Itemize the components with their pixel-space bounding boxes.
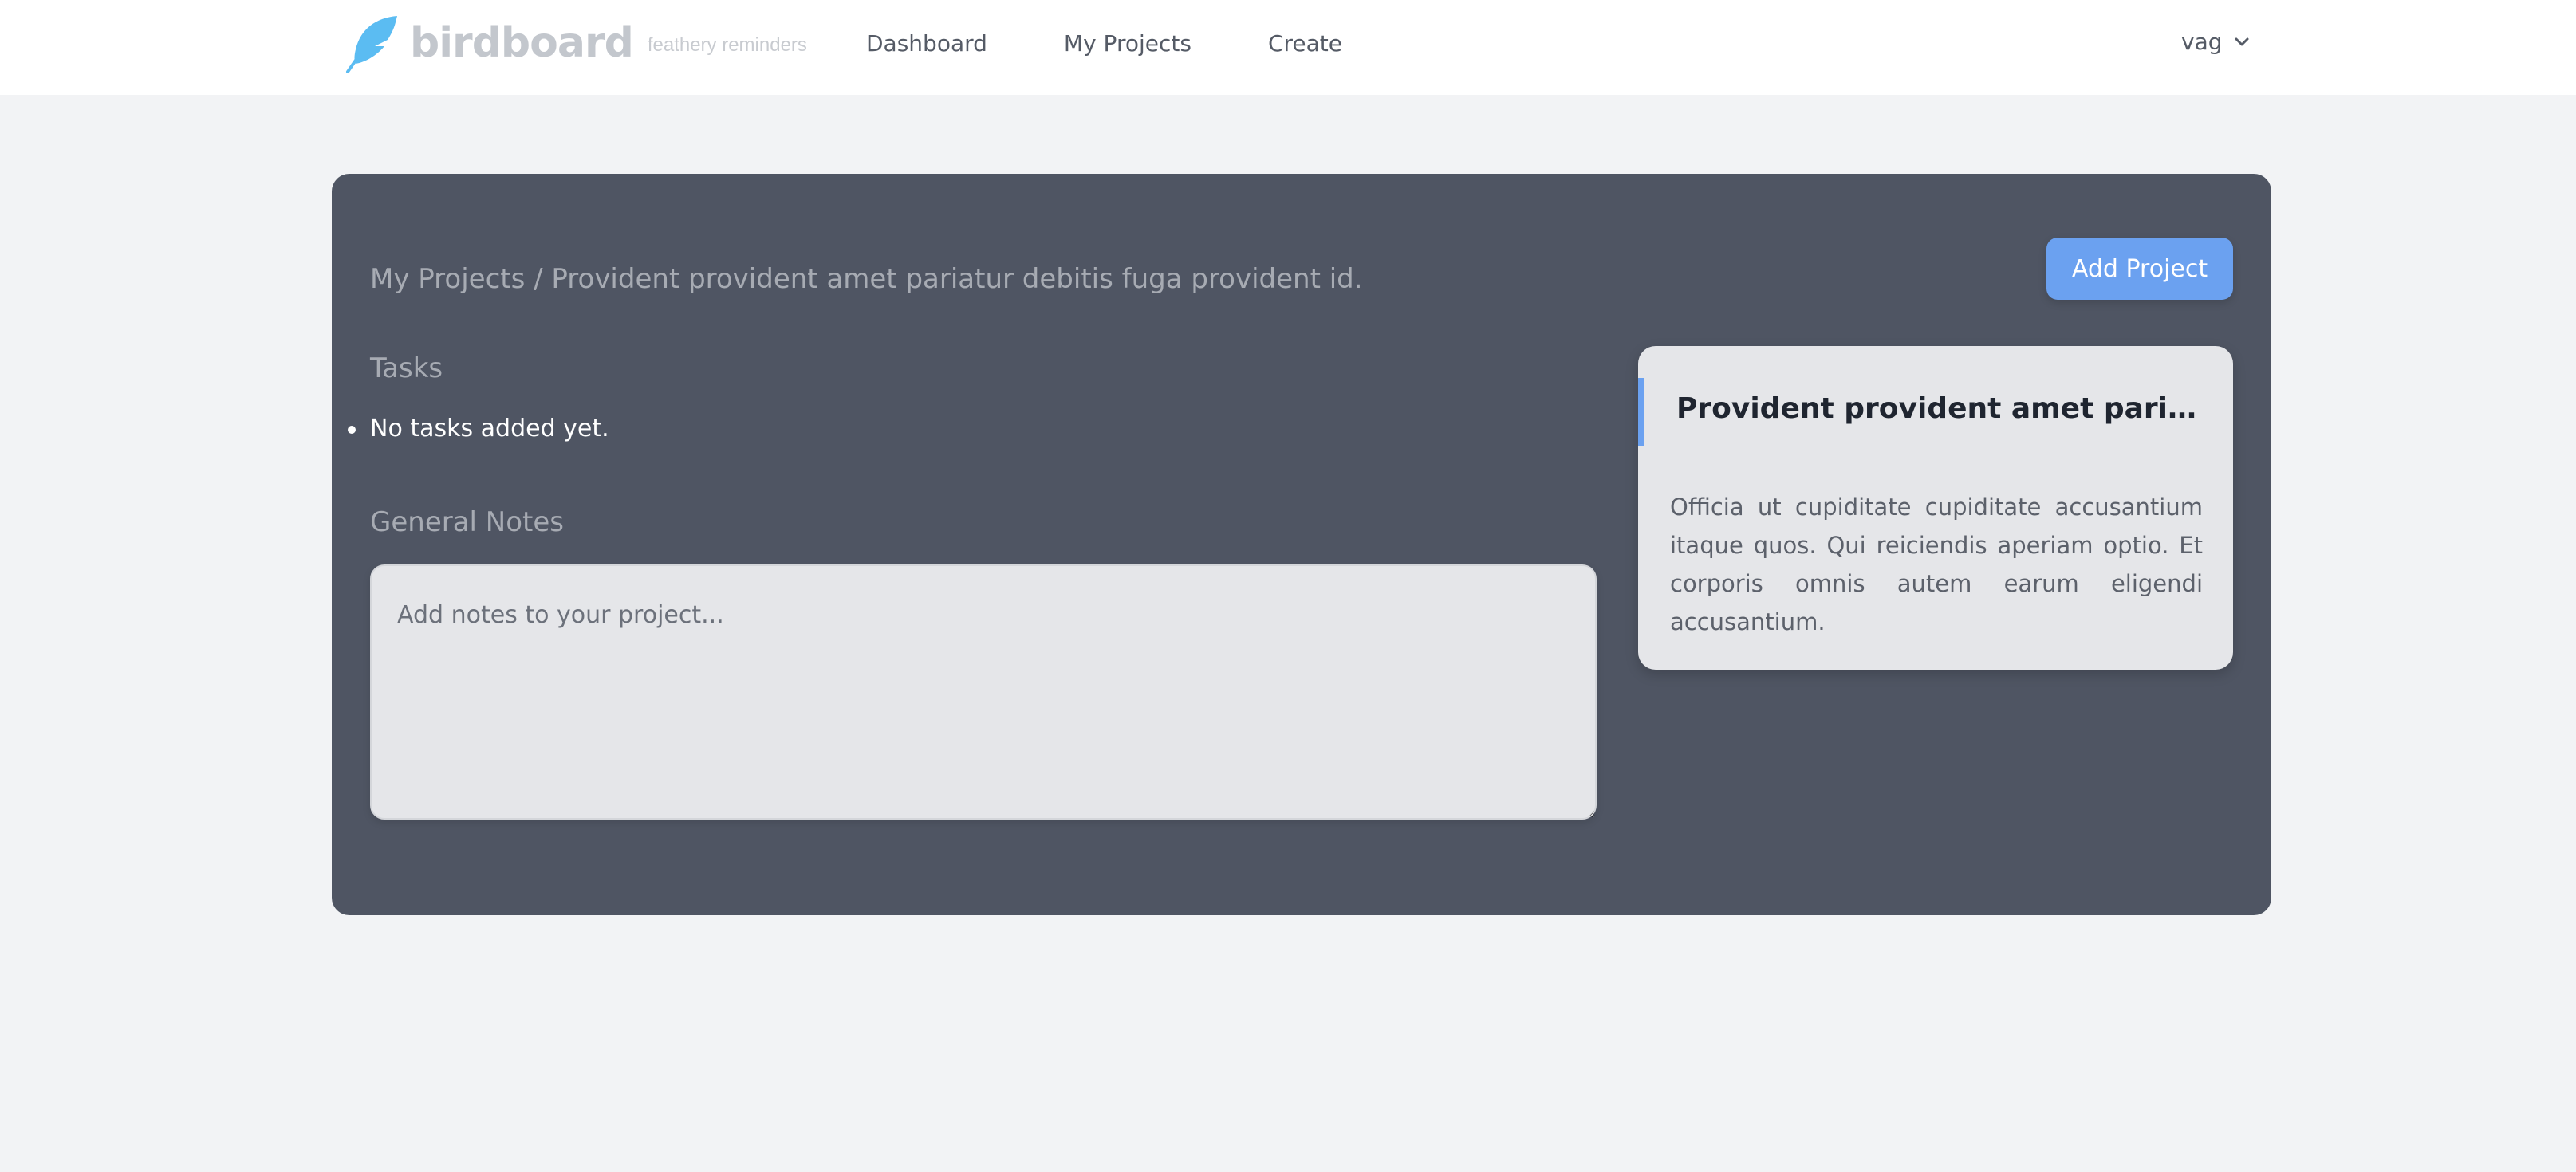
nav-link-dashboard[interactable]: Dashboard — [866, 30, 987, 57]
chevron-down-icon — [2235, 37, 2249, 45]
brand-name: birdboard — [410, 19, 634, 67]
user-name: vag — [2181, 29, 2223, 55]
task-empty-message: No tasks added yet. — [348, 415, 609, 442]
main-nav: Dashboard My Projects Create — [866, 30, 1419, 57]
nav-link-my-projects[interactable]: My Projects — [1064, 30, 1191, 57]
general-notes-textarea[interactable] — [370, 564, 1597, 820]
project-card-description: Officia ut cupiditate cupiditate accusan… — [1670, 494, 2203, 635]
tasks-heading: Tasks — [370, 352, 443, 384]
general-notes-heading: General Notes — [370, 506, 564, 538]
nav-link-create[interactable]: Create — [1268, 30, 1342, 57]
task-list: No tasks added yet. — [348, 415, 609, 442]
project-card-title[interactable]: Provident provident amet pariatur ... — [1676, 392, 2203, 425]
brand[interactable]: birdboard feathery reminders — [345, 11, 807, 75]
breadcrumb: My Projects / Provident provident amet p… — [370, 263, 1363, 295]
feather-logo-icon — [346, 16, 397, 73]
add-project-button[interactable]: Add Project — [2046, 238, 2233, 300]
project-preview-card[interactable]: Provident provident amet pariatur ... Of… — [1638, 346, 2233, 670]
project-panel: My Projects / Provident provident amet p… — [332, 174, 2271, 915]
bullet-icon — [348, 426, 356, 434]
user-menu-dropdown[interactable]: vag — [2181, 29, 2250, 55]
top-navbar: birdboard feathery reminders Dashboard M… — [0, 0, 2576, 95]
card-accent-bar — [1638, 378, 1644, 446]
task-item-text: No tasks added yet. — [370, 415, 609, 442]
brand-tagline: feathery reminders — [647, 34, 807, 56]
